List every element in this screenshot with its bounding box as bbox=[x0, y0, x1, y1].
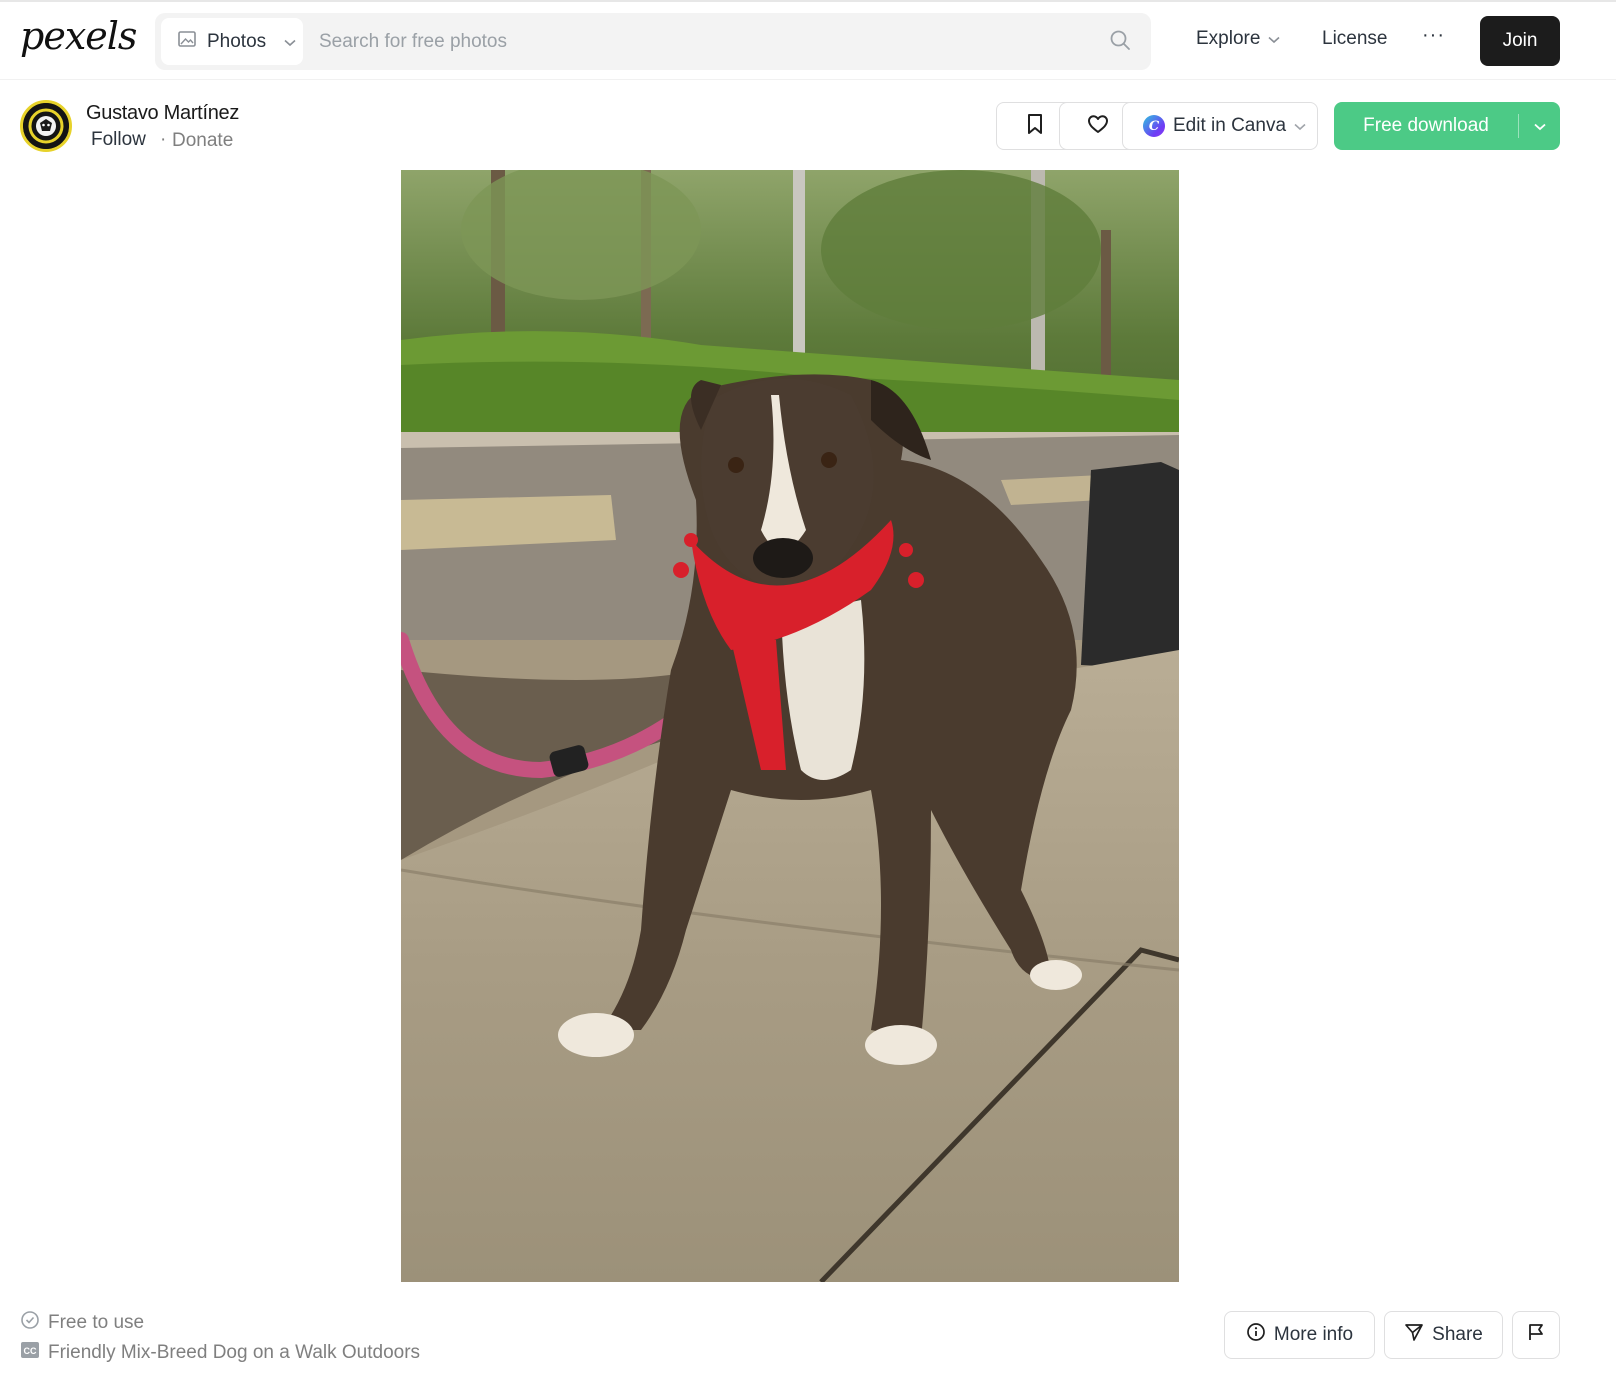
main-photo[interactable] bbox=[401, 170, 1179, 1282]
nav-explore-label: Explore bbox=[1196, 28, 1261, 49]
nav-license[interactable]: License bbox=[1322, 28, 1388, 50]
license-status-text[interactable]: Free to use bbox=[48, 1312, 144, 1334]
edit-in-canva-label: Edit in Canva bbox=[1173, 115, 1287, 136]
share-button[interactable]: Share bbox=[1384, 1311, 1503, 1359]
more-info-label: More info bbox=[1273, 1324, 1354, 1345]
download-options-button[interactable] bbox=[1519, 102, 1560, 150]
search-button[interactable] bbox=[1107, 29, 1133, 55]
flag-icon bbox=[1526, 1322, 1546, 1348]
avatar[interactable] bbox=[20, 100, 72, 152]
report-button[interactable] bbox=[1512, 1311, 1560, 1359]
pexels-logo[interactable]: pexels bbox=[20, 14, 137, 58]
cc-icon: CC bbox=[20, 1341, 40, 1365]
donate-link[interactable]: Donate bbox=[172, 130, 233, 152]
search-bar: Photos bbox=[155, 13, 1151, 70]
follow-link[interactable]: Follow bbox=[91, 129, 146, 151]
free-download-label[interactable]: Free download bbox=[1334, 102, 1518, 150]
chevron-down-icon bbox=[1268, 28, 1280, 50]
site-header: pexels Photos Explore License ··· Join bbox=[0, 2, 1616, 80]
join-button[interactable]: Join bbox=[1480, 16, 1560, 66]
share-icon bbox=[1404, 1322, 1424, 1348]
photo-title: Friendly Mix-Breed Dog on a Walk Outdoor… bbox=[48, 1342, 421, 1363]
license-status: Free to use bbox=[20, 1310, 144, 1336]
more-menu-button[interactable]: ··· bbox=[1422, 24, 1445, 47]
search-icon bbox=[1109, 29, 1131, 56]
separator-dot: · bbox=[160, 129, 167, 150]
more-info-button[interactable]: More info bbox=[1224, 1311, 1375, 1359]
chevron-down-icon bbox=[1294, 115, 1306, 137]
nav-explore[interactable]: Explore bbox=[1196, 28, 1280, 50]
info-icon bbox=[1246, 1322, 1266, 1348]
search-input[interactable] bbox=[319, 23, 1079, 60]
search-type-dropdown[interactable]: Photos bbox=[161, 18, 303, 65]
image-icon bbox=[177, 29, 197, 55]
canva-logo-icon: C bbox=[1143, 115, 1165, 137]
heart-icon bbox=[1087, 114, 1109, 139]
bookmark-icon bbox=[1025, 113, 1045, 140]
chevron-down-icon bbox=[284, 31, 296, 53]
photo-title-row: CC Friendly Mix-Breed Dog on a Walk Outd… bbox=[20, 1341, 420, 1365]
photographer-name[interactable]: Gustavo Martínez bbox=[86, 102, 239, 125]
edit-in-canva-button[interactable]: C Edit in Canva bbox=[1122, 102, 1318, 150]
free-download-button[interactable]: Free download bbox=[1334, 102, 1560, 150]
chevron-down-icon bbox=[1533, 115, 1546, 137]
svg-text:CC: CC bbox=[24, 1346, 37, 1356]
share-label: Share bbox=[1432, 1324, 1483, 1345]
search-type-label: Photos bbox=[207, 30, 267, 52]
check-circle-icon bbox=[20, 1310, 40, 1336]
